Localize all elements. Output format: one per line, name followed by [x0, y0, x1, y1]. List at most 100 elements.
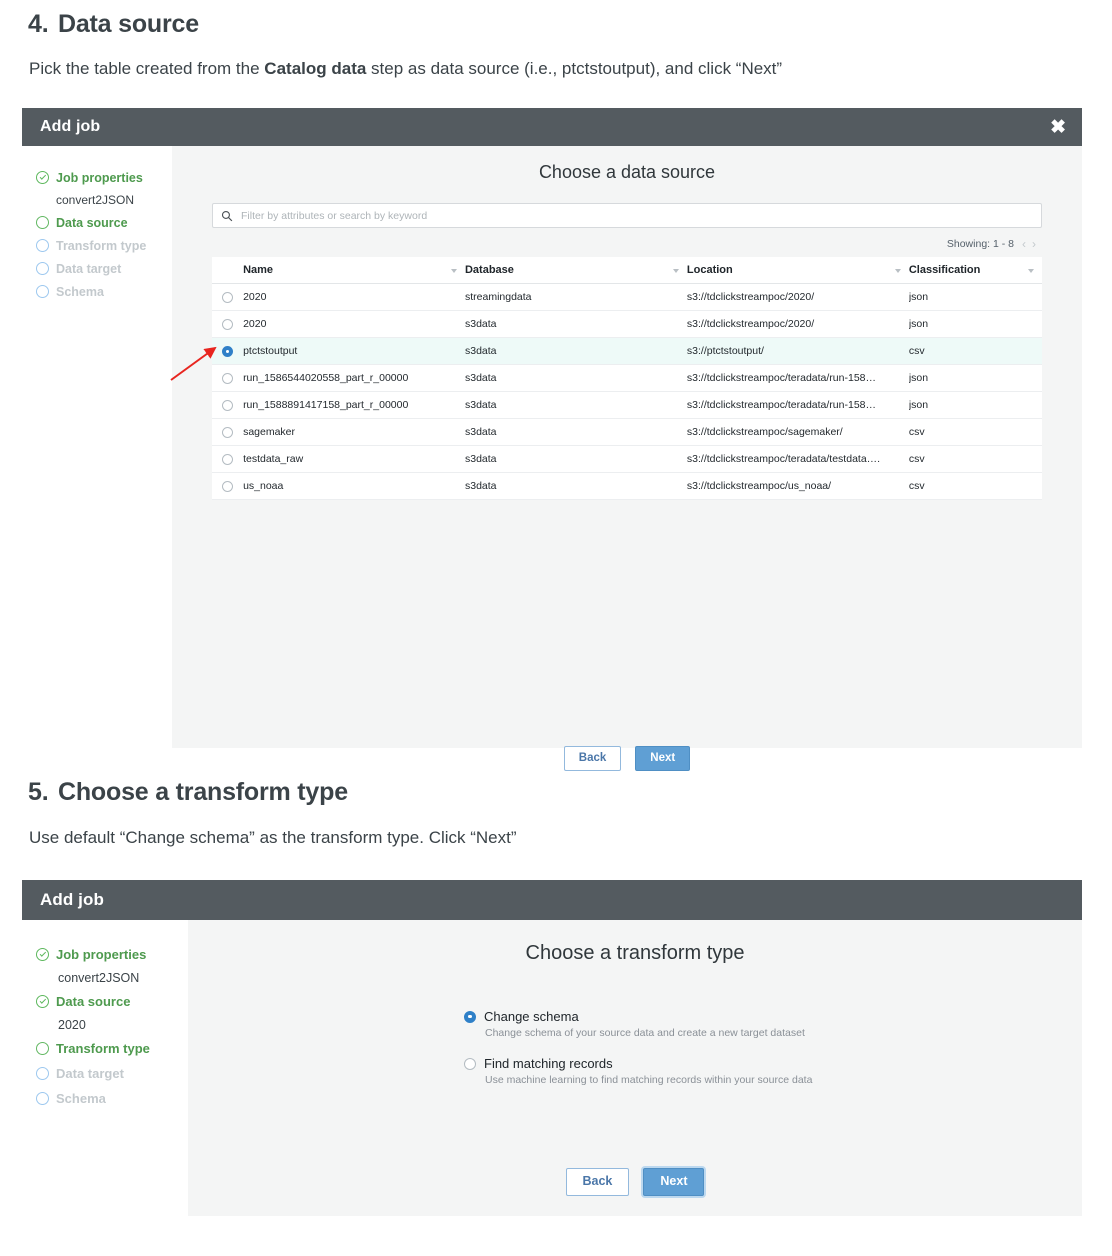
- sidebar-item-data-source[interactable]: Data source: [36, 989, 188, 1014]
- cell-location: s3://tdclickstreampoc/teradata/testdata……: [686, 445, 909, 473]
- cell-database: s3data: [464, 337, 687, 365]
- check-circle-icon: [36, 948, 49, 961]
- table-header-database[interactable]: Database: [464, 257, 687, 284]
- cell-location: s3://tdclickstreampoc/sagemaker/: [686, 418, 909, 446]
- cell-classification: json: [908, 364, 1042, 392]
- page-next-icon[interactable]: ›: [1032, 237, 1042, 251]
- cell-location: s3://tdclickstreampoc/2020/: [686, 310, 909, 338]
- sidebar-item-data-source[interactable]: Data source: [36, 211, 172, 234]
- section-5-body-text: Use default “Change schema” as the trans…: [29, 828, 517, 847]
- table-header-classification[interactable]: Classification: [908, 257, 1042, 284]
- section-4-title: Data source: [58, 10, 199, 38]
- section-4-body-bold: Catalog data: [264, 59, 367, 78]
- cell-database: s3data: [464, 445, 687, 473]
- table-row[interactable]: sagemaker s3data s3://tdclickstreampoc/s…: [212, 418, 1042, 446]
- table-row[interactable]: run_1586544020558_part_r_00000 s3data s3…: [212, 364, 1042, 392]
- cell-classification: csv: [908, 418, 1042, 446]
- option-find-matching-records[interactable]: Find matching records: [464, 1056, 1082, 1071]
- dialog2-title: Add job: [40, 890, 104, 909]
- sidebar-item-schema[interactable]: Schema: [36, 280, 172, 303]
- cell-database: s3data: [464, 418, 687, 446]
- search-icon: [221, 210, 233, 221]
- page-prev-icon[interactable]: ‹: [1022, 237, 1032, 251]
- column-label: Database: [464, 264, 514, 276]
- cell-classification: csv: [908, 337, 1042, 365]
- sidebar-item-schema[interactable]: Schema: [36, 1086, 188, 1111]
- cell-database: s3data: [464, 391, 687, 419]
- sidebar-item-job-properties[interactable]: Job properties: [36, 166, 172, 189]
- cell-classification: csv: [908, 445, 1042, 473]
- table-row[interactable]: 2020 s3data s3://tdclickstreampoc/2020/ …: [212, 310, 1042, 338]
- table-row[interactable]: us_noaa s3data s3://tdclickstreampoc/us_…: [212, 472, 1042, 500]
- section-4-number: 4.: [28, 10, 49, 38]
- circle-icon: [36, 1067, 49, 1080]
- search-box[interactable]: [212, 203, 1042, 228]
- next-button[interactable]: Next: [643, 1168, 705, 1196]
- close-icon[interactable]: ✖: [1050, 118, 1066, 137]
- dialog2-footer-buttons: Back Next: [188, 1168, 1082, 1196]
- row-radio[interactable]: [222, 372, 233, 384]
- option-change-schema[interactable]: Change schema: [464, 1009, 1082, 1024]
- sidebar-item-data-target[interactable]: Data target: [36, 1061, 188, 1086]
- cell-classification: json: [908, 283, 1042, 311]
- sidebar-item-label: Data source: [56, 215, 128, 230]
- circle-icon: [36, 285, 49, 298]
- add-job-dialog-transform-type: Add job Job properties convert2JSON Data…: [22, 880, 1082, 1216]
- sidebar-item-data-target[interactable]: Data target: [36, 257, 172, 280]
- cell-location: s3://tdclickstreampoc/us_noaa/: [686, 472, 909, 500]
- table-header-name[interactable]: Name: [243, 257, 465, 284]
- sort-arrow-icon[interactable]: [672, 269, 679, 273]
- table-header-location[interactable]: Location: [686, 257, 909, 284]
- sort-arrow-icon[interactable]: [1028, 269, 1034, 273]
- table-row-selected[interactable]: ptctstoutput s3data s3://ptctstoutput/ c…: [212, 337, 1042, 365]
- radio-change-schema[interactable]: [464, 1010, 476, 1023]
- sort-arrow-icon[interactable]: [894, 269, 901, 273]
- radio-find-matching-records[interactable]: [464, 1057, 476, 1070]
- table-row[interactable]: testdata_raw s3data s3://tdclickstreampo…: [212, 445, 1042, 473]
- pagination-controls[interactable]: ‹›: [1022, 237, 1042, 251]
- cell-location: s3://ptctstoutput/: [686, 337, 909, 365]
- cell-location: s3://tdclickstreampoc/teradata/run-158…: [686, 364, 909, 392]
- sidebar-item-job-properties[interactable]: Job properties: [36, 942, 188, 967]
- row-select-cell[interactable]: [212, 472, 244, 500]
- row-select-cell[interactable]: [212, 310, 244, 338]
- cell-location: s3://tdclickstreampoc/teradata/run-158…: [686, 391, 909, 419]
- section-5-heading: 5. Choose a transform type: [28, 778, 348, 807]
- cell-database: s3data: [464, 472, 687, 500]
- row-select-cell[interactable]: [212, 418, 244, 446]
- search-input[interactable]: [239, 208, 1033, 223]
- row-radio[interactable]: [222, 291, 233, 303]
- dialog1-title: Add job: [40, 118, 101, 135]
- back-button[interactable]: Back: [563, 746, 622, 771]
- sidebar-item-transform-type[interactable]: Transform type: [36, 1036, 188, 1061]
- cell-database: s3data: [464, 310, 687, 338]
- section-4-body: Pick the table created from the Catalog …: [29, 59, 782, 79]
- option-label: Change schema: [484, 1009, 579, 1024]
- row-radio[interactable]: [222, 426, 233, 438]
- row-radio-selected[interactable]: [222, 345, 233, 357]
- row-radio[interactable]: [222, 480, 233, 492]
- row-select-cell[interactable]: [212, 337, 244, 365]
- table-row[interactable]: 2020 streamingdata s3://tdclickstreampoc…: [212, 283, 1042, 311]
- option-description: Use machine learning to find matching re…: [485, 1074, 813, 1086]
- cell-name: 2020: [243, 310, 465, 338]
- next-button[interactable]: Next: [635, 746, 691, 771]
- section-4-body-pre: Pick the table created from the: [29, 59, 265, 78]
- sidebar-item-transform-type[interactable]: Transform type: [36, 234, 172, 257]
- table-row[interactable]: run_1588891417158_part_r_00000 s3data s3…: [212, 391, 1042, 419]
- row-radio[interactable]: [222, 318, 233, 330]
- sidebar-item-label: Data target: [56, 1066, 124, 1081]
- sort-arrow-icon[interactable]: [450, 269, 457, 273]
- dialog2-header: Add job: [22, 880, 1082, 920]
- sidebar-item-label: Job properties: [56, 947, 147, 962]
- showing-count: Showing: 1 - 8: [946, 238, 1014, 250]
- sidebar-item-label: Transform type: [56, 238, 147, 253]
- sidebar-subitem-job-name: convert2JSON: [56, 193, 135, 207]
- row-select-cell[interactable]: [212, 364, 244, 392]
- row-radio[interactable]: [222, 453, 233, 465]
- row-select-cell[interactable]: [212, 391, 244, 419]
- row-radio[interactable]: [222, 399, 233, 411]
- row-select-cell[interactable]: [212, 283, 244, 311]
- back-button[interactable]: Back: [565, 1168, 630, 1196]
- row-select-cell[interactable]: [212, 445, 244, 473]
